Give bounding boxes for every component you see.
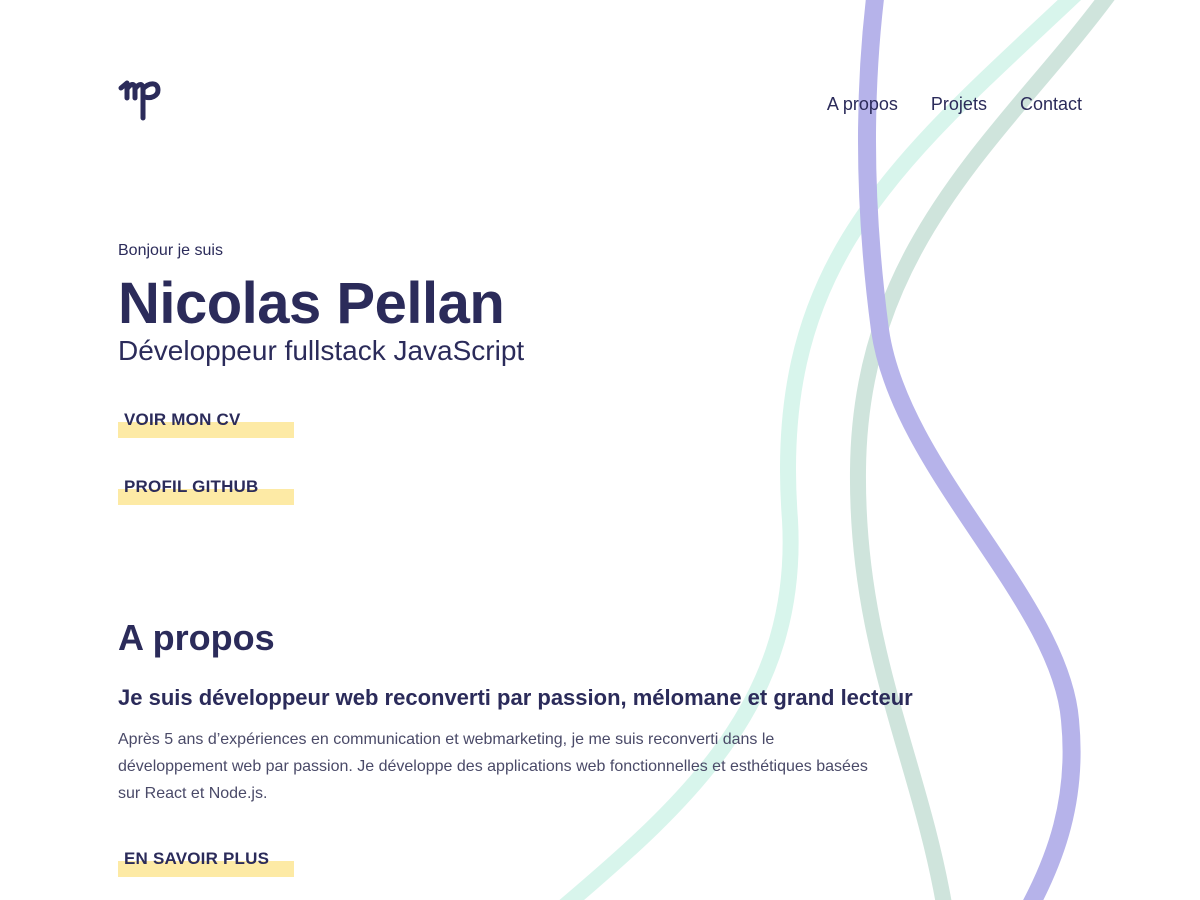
nav-item-a-propos[interactable]: A propos <box>827 92 898 116</box>
learn-more-button[interactable]: EN SAVOIR PLUS <box>118 847 294 877</box>
about-title: A propos <box>118 617 275 658</box>
nav-item-projets[interactable]: Projets <box>931 92 987 116</box>
about-section: A propos Je suis développeur web reconve… <box>118 616 978 807</box>
about-text: Après 5 ans d’expériences en communicati… <box>118 731 868 802</box>
cv-button[interactable]: VOIR MON CV <box>118 408 294 438</box>
hero-section: Bonjour je suis Nicolas Pellan Développe… <box>118 240 524 368</box>
about-subtitle: Je suis développeur web reconverti par p… <box>118 685 913 710</box>
main-nav: A propos Projets Contact <box>827 92 1082 116</box>
github-button-label: PROFIL GITHUB <box>124 477 259 496</box>
github-button[interactable]: PROFIL GITHUB <box>118 475 294 505</box>
learn-more-button-label: EN SAVOIR PLUS <box>124 849 270 868</box>
hero-role: Développeur fullstack JavaScript <box>118 335 525 366</box>
hero-greeting: Bonjour je suis <box>118 242 223 259</box>
nav-item-contact[interactable]: Contact <box>1020 92 1082 116</box>
np-monogram-icon[interactable] <box>118 78 170 126</box>
cv-button-label: VOIR MON CV <box>124 410 241 429</box>
hero-name: Nicolas Pellan <box>118 271 505 336</box>
